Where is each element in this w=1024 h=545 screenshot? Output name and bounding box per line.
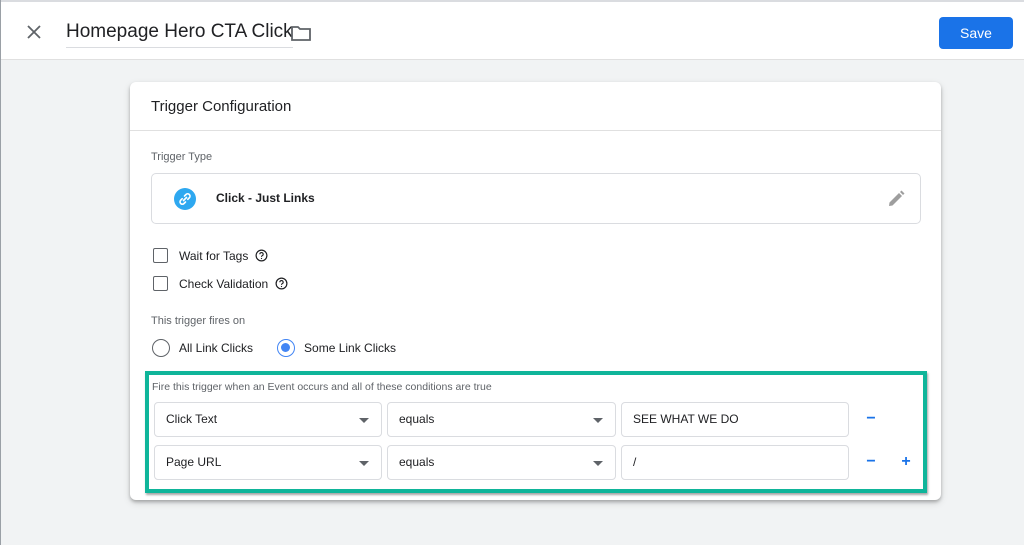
link-icon [174,188,196,210]
value-input[interactable]: / [621,445,849,480]
help-icon[interactable] [255,249,268,262]
condition-row: Click Text equals SEE WHAT WE DO − [154,402,914,437]
operator-select[interactable]: equals [387,445,616,480]
wait-for-tags-checkbox[interactable] [153,248,168,263]
trigger-name-field[interactable]: Homepage Hero CTA Click [66,21,293,48]
variable-select[interactable]: Click Text [154,402,382,437]
radio-button[interactable] [277,339,296,357]
folder-icon [291,26,311,41]
trigger-configuration-card: Trigger Configuration Trigger Type Click… [130,82,941,500]
remove-condition-button[interactable]: − [862,453,880,471]
fires-on-label: This trigger fires on [151,315,246,327]
chevron-down-icon [593,461,603,466]
condition-row: Page URL equals / − + [154,445,914,480]
check-validation-label: Check Validation [179,276,269,291]
trigger-type-name: Click - Just Links [216,191,315,205]
radio-label: Some Link Clicks [304,341,397,355]
top-bar: Homepage Hero CTA Click Save [1,0,1024,60]
trigger-type-label: Trigger Type [151,151,213,163]
value-input[interactable]: SEE WHAT WE DO [621,402,849,437]
conditions-title: Fire this trigger when an Event occurs a… [152,381,492,393]
wait-for-tags-label: Wait for Tags [179,248,249,263]
radio-all-link-clicks[interactable]: All Link Clicks [152,339,253,357]
add-condition-button[interactable]: + [897,453,915,471]
wait-for-tags-option[interactable]: Wait for Tags [153,248,268,263]
chevron-down-icon [359,461,369,466]
radio-some-link-clicks[interactable]: Some Link Clicks [277,339,396,357]
conditions-panel: Fire this trigger when an Event occurs a… [145,371,927,493]
radio-button[interactable] [152,339,170,357]
pencil-icon[interactable] [886,189,906,209]
check-validation-option[interactable]: Check Validation [153,276,288,291]
remove-condition-button[interactable]: − [862,410,880,428]
radio-label: All Link Clicks [179,341,254,355]
operator-value: equals [399,455,435,469]
close-icon [27,25,41,39]
fires-on-radio-group: All Link Clicks Some Link Clicks [152,339,420,357]
folder-button[interactable] [290,23,312,43]
help-icon[interactable] [275,277,288,290]
variable-select[interactable]: Page URL [154,445,382,480]
chevron-down-icon [359,418,369,423]
close-button[interactable] [23,21,45,43]
operator-value: equals [399,412,435,426]
variable-value: Page URL [166,455,222,469]
save-button[interactable]: Save [939,17,1013,49]
variable-value: Click Text [166,412,218,426]
operator-select[interactable]: equals [387,402,616,437]
trigger-type-selector[interactable]: Click - Just Links [151,173,921,224]
check-validation-checkbox[interactable] [153,276,168,291]
chevron-down-icon [593,418,603,423]
card-title: Trigger Configuration [130,82,941,131]
